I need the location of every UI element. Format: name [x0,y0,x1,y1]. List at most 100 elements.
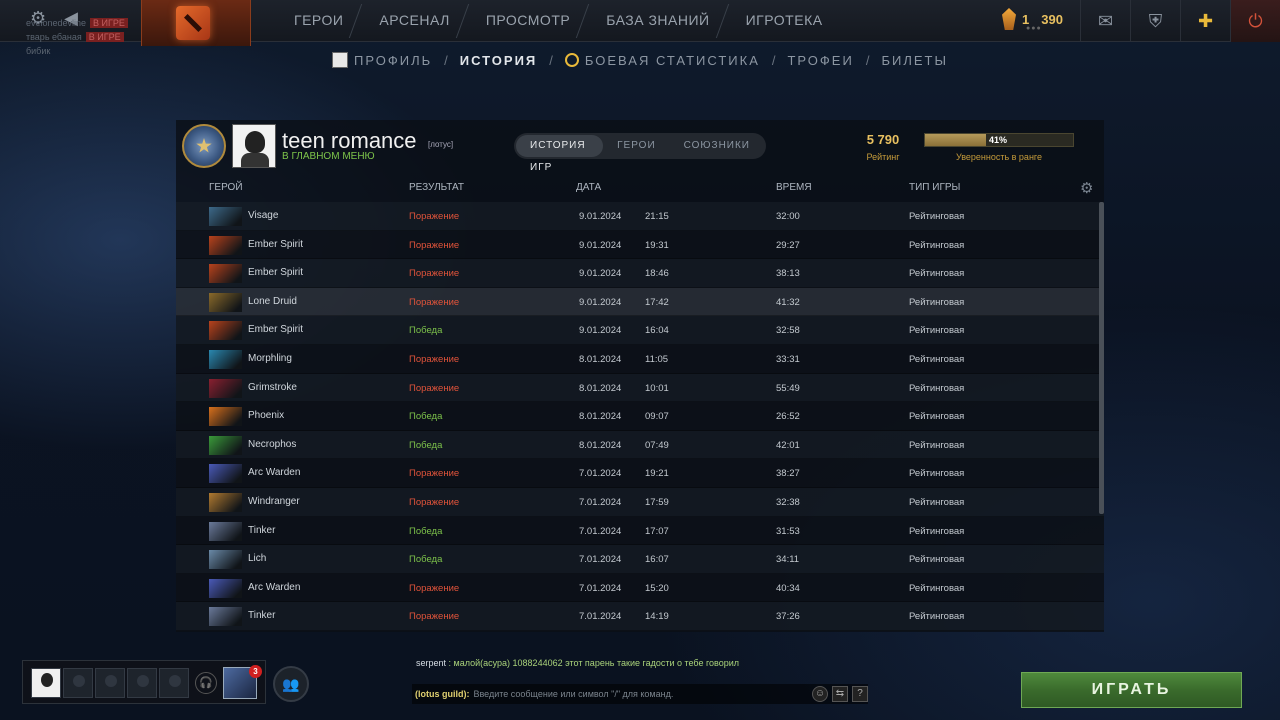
rating-label: Рейтинг [866,152,900,162]
party-slot-self[interactable] [31,668,61,698]
match-duration: 32:58 [776,325,800,337]
subnav-profile[interactable]: ПРОФИЛЬ [332,52,432,68]
subnav-trophies[interactable]: ТРОФЕИ [787,53,853,68]
table-row[interactable]: Lone Druid Поражение 9.01.2024 17:42 41:32 Ре… [176,287,1104,317]
table-row[interactable]: Ember Spirit Поражение 9.01.2024 19:31 29:27… [176,230,1104,260]
nav-learn[interactable]: БАЗА ЗНАНИЙ [588,0,727,42]
match-date: 8.01.2024 [579,353,622,365]
game-type: Рейтинговая [909,296,965,308]
headset-icon[interactable]: 🎧 [195,672,217,694]
tab-heroes[interactable]: ГЕРОИ [603,135,670,157]
match-date: 9.01.2024 [579,325,622,337]
match-duration: 40:34 [776,582,800,594]
translate-icon[interactable]: ⇆ [832,686,848,702]
col-date[interactable]: ДАТА [576,182,601,193]
table-row[interactable]: Ember Spirit Поражение 9.01.2024 18:46 38:13… [176,259,1104,288]
table-row[interactable]: Tinker Победа 7.01.2024 17:07 31:53 Рейтингов… [176,516,1104,546]
subnav-history[interactable]: ИСТОРИЯ [460,53,538,68]
game-type: Рейтинговая [909,496,965,508]
table-row[interactable]: Grimstroke Поражение 8.01.2024 10:01 55:49 Ре… [176,373,1104,403]
match-duration: 33:31 [776,353,800,365]
col-hero[interactable]: ГЕРОЙ [209,182,243,193]
game-type: Рейтинговая [909,325,965,337]
game-type: Рейтинговая [909,439,965,451]
match-time: 07:49 [645,439,669,451]
mail-icon[interactable]: ✉ [1080,0,1130,42]
chat-input[interactable] [473,689,808,699]
progress-dots: ●●● [1026,25,1042,32]
scrollbar[interactable] [1099,202,1104,514]
hero-portrait [209,264,242,284]
table-row[interactable]: Morphling Поражение 8.01.2024 11:05 33:31 Рей… [176,344,1104,374]
party-slot-empty[interactable] [159,668,189,698]
game-type: Рейтинговая [909,525,965,537]
hero-name: Visage [248,210,279,221]
party-slot-empty[interactable] [95,668,125,698]
chat-sender[interactable]: serpent [416,658,446,668]
tab-match-history[interactable]: ИСТОРИЯ ИГР [516,135,604,173]
guild-tag: [лотус] [428,140,454,149]
rank-confidence: 41% Уверенность в ранге [924,133,1074,162]
group-icon[interactable]: 👥 [273,666,309,702]
col-result[interactable]: РЕЗУЛЬТАТ [409,182,464,193]
gear-icon[interactable]: ⚙ [1080,179,1093,197]
emoji-icon[interactable]: ☺ [812,686,828,702]
match-duration: 42:01 [776,439,800,451]
power-icon[interactable]: ⏻ [1230,0,1280,42]
play-button[interactable]: ИГРАТЬ [1021,672,1242,708]
table-row[interactable]: Tinker Поражение 7.01.2024 14:19 37:26 Рейтин… [176,602,1104,631]
hero-portrait [209,435,242,455]
subnav-separator: / [771,52,776,68]
hero-portrait [209,407,242,427]
table-row[interactable]: Lich Победа 7.01.2024 16:07 34:11 Рейтинговая [176,545,1104,574]
help-icon[interactable]: ? [852,686,868,702]
game-type: Рейтинговая [909,611,965,623]
shards-counter[interactable]: 1 390 ●●● [1002,8,1063,32]
table-row[interactable]: Ember Spirit Победа 9.01.2024 16:04 32:58 Рей… [176,316,1104,345]
rank-medal-icon[interactable] [182,124,226,168]
match-result: Победа [409,554,443,566]
col-duration[interactable]: ВРЕМЯ [776,182,812,193]
game-type: Рейтинговая [909,468,965,480]
nav-arcade[interactable]: ИГРОТЕКА [728,0,841,42]
match-duration: 29:27 [776,239,800,251]
col-game-type[interactable]: ТИП ИГРЫ [909,182,960,193]
match-result: Поражение [409,268,460,280]
table-row[interactable]: Windranger Поражение 7.01.2024 17:59 32:38 Ре… [176,487,1104,517]
subnav-battle-stats[interactable]: БОЕВАЯ СТАТИСТИКА [564,53,760,68]
match-result: Поражение [409,611,460,623]
nav-armory[interactable]: АРСЕНАЛ [361,0,467,42]
match-duration: 31:53 [776,525,800,537]
match-result: Поражение [409,353,460,365]
match-duration: 55:49 [776,382,800,394]
table-row[interactable]: Necrophos Победа 8.01.2024 07:49 42:01 Рейтин… [176,430,1104,460]
dota-logo-button[interactable] [141,0,251,46]
shield-icon[interactable]: ⛨ [1130,0,1180,42]
hero-name: Phoenix [248,410,285,422]
hero-name: Lich [248,553,267,565]
match-result: Поражение [409,239,460,251]
match-time: 09:07 [645,411,669,423]
rating-value: 5 790 [866,132,900,147]
table-row[interactable]: Visage Поражение 9.01.2024 21:15 32:00 Рейтин… [176,202,1104,231]
match-date: 9.01.2024 [579,239,622,251]
chat-channel[interactable]: (lotus guild): [415,689,469,699]
party-slot-empty[interactable] [63,668,93,698]
dota-plus-icon[interactable]: ✚ [1180,0,1230,42]
confidence-label: Уверенность в ранге [955,152,1043,162]
tab-allies[interactable]: СОЮЗНИКИ [670,135,764,157]
table-row[interactable]: Arc Warden Поражение 7.01.2024 15:20 40:34 Ре… [176,573,1104,603]
friend-row[interactable]: тварь ебаная В ИГРЕ [26,30,128,44]
nav-watch[interactable]: ПРОСМОТР [468,0,588,42]
table-row[interactable]: Arc Warden Поражение 7.01.2024 19:21 38:27 Ре… [176,459,1104,488]
notification-badge: 3 [249,665,262,678]
hero-name: Arc Warden [248,467,301,479]
table-header: ГЕРОЙ РЕЗУЛЬТАТ ДАТА ВРЕМЯ ТИП ИГРЫ ⚙ [176,178,1104,198]
avatar[interactable] [232,124,276,168]
table-row[interactable]: Phoenix Победа 8.01.2024 09:07 26:52 Рейтинго… [176,402,1104,431]
history-tabs: ИСТОРИЯ ИГР ГЕРОИ СОЮЗНИКИ [514,133,766,173]
friend-row[interactable]: evelonedevline В ИГРЕ [26,16,128,30]
subnav-tickets[interactable]: БИЛЕТЫ [881,53,948,68]
match-time: 18:46 [645,268,669,280]
party-slot-empty[interactable] [127,668,157,698]
